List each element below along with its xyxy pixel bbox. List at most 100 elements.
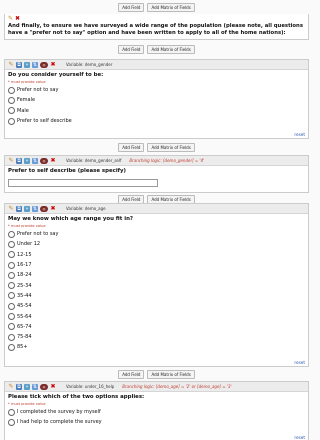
radio-button[interactable] [8, 313, 15, 321]
add-field-button[interactable]: Add Field [118, 45, 145, 54]
question-label: May we know which age range you fit in? [8, 216, 134, 222]
gender-field-card: ✎ ⧉ ⑂ ⇅ @ ✖ Variable: demo_gender Do you… [4, 59, 309, 139]
gender-self-field-card: ✎ ⧉ ⑂ ⇅ @ ✖ Variable: demo_gender_self B… [4, 155, 309, 193]
variable-name: Variable: under_16_help [66, 384, 115, 389]
action-tag-icon[interactable]: @ [40, 157, 48, 164]
add-matrix-button[interactable]: Add Matrix of Fields [147, 45, 195, 54]
radio-option[interactable]: 25-34 [5, 280, 308, 290]
add-field-button[interactable]: Add Field [118, 370, 145, 379]
reset-link[interactable]: reset [294, 132, 305, 137]
radio-option[interactable]: I completed the survey by myself [5, 407, 308, 417]
pencil-icon[interactable]: ✎ [8, 383, 14, 390]
copy-icon[interactable]: ⧉ [16, 383, 22, 390]
radio-option-label: 45-54 [17, 303, 32, 310]
action-tag-icon[interactable]: @ [40, 205, 48, 212]
radio-option[interactable]: 16-17 [5, 260, 308, 270]
radio-button[interactable] [8, 230, 15, 238]
move-icon[interactable]: ⇅ [32, 383, 38, 390]
radio-button[interactable] [8, 271, 15, 279]
radio-button[interactable] [8, 302, 15, 310]
radio-option[interactable]: 55-64 [5, 311, 308, 321]
branching-logic: Branching logic: [demo_age] = '2' or [de… [122, 384, 232, 389]
delete-icon[interactable]: ✖ [50, 61, 56, 68]
copy-icon[interactable]: ⧉ [16, 61, 22, 68]
add-field-bar: Add Field Add Matrix of Fields [0, 45, 313, 54]
self-describe-input[interactable] [8, 179, 158, 187]
add-matrix-button[interactable]: Add Matrix of Fields [147, 370, 195, 379]
radio-button[interactable] [8, 96, 15, 104]
radio-option[interactable]: Prefer not to say [5, 85, 308, 95]
move-icon[interactable]: ⇅ [32, 157, 38, 164]
branch-icon[interactable]: ⑂ [24, 157, 30, 164]
radio-button[interactable] [8, 292, 15, 300]
add-field-bar: Add Field Add Matrix of Fields [0, 3, 313, 12]
pencil-icon[interactable]: ✎ [8, 15, 13, 22]
add-field-bar: Add Field Add Matrix of Fields [0, 143, 313, 152]
radio-option[interactable]: Prefer not to say [5, 229, 308, 239]
radio-button[interactable] [8, 282, 15, 290]
age-options: Prefer not to say Under 12 12-15 16-17 18-24… [5, 229, 308, 353]
question-label: Prefer to self describe (please specify) [8, 168, 127, 174]
reset-link[interactable]: reset [294, 435, 305, 440]
radio-option-label: Prefer not to say [17, 231, 59, 238]
intro-field-card: ✎ ✖ And finally, to ensure we have surve… [4, 14, 309, 40]
radio-option-label: Under 12 [17, 241, 41, 248]
delete-icon[interactable]: ✖ [50, 157, 56, 164]
radio-button[interactable] [8, 261, 15, 269]
radio-option[interactable]: 35-44 [5, 291, 308, 301]
radio-option[interactable]: I had help to complete the survey [5, 417, 308, 427]
radio-option[interactable]: Prefer to self describe [5, 116, 308, 126]
radio-button[interactable] [8, 251, 15, 259]
radio-button[interactable] [8, 117, 15, 125]
intro-toolbar: ✎ ✖ [5, 14, 308, 23]
radio-option[interactable]: 65-74 [5, 322, 308, 332]
delete-icon[interactable]: ✖ [50, 383, 56, 390]
radio-option-label: 65-74 [17, 323, 32, 330]
radio-option[interactable]: Male [5, 106, 308, 116]
add-matrix-button[interactable]: Add Matrix of Fields [147, 3, 195, 12]
action-tag-icon[interactable]: @ [40, 61, 48, 68]
action-tag-icon[interactable]: @ [40, 383, 48, 390]
field-toolbar: ✎ ⧉ ⑂ ⇅ @ ✖ Variable: demo_gender_self B… [5, 156, 308, 166]
move-icon[interactable]: ⇅ [32, 61, 38, 68]
branching-logic: Branching logic: [demo_gender] = '4' [129, 158, 205, 163]
pencil-icon[interactable]: ✎ [8, 61, 14, 68]
radio-option[interactable]: 75-84 [5, 332, 308, 342]
radio-option[interactable]: 85+ [5, 342, 308, 352]
variable-name: Variable: demo_gender_self [66, 158, 122, 163]
pencil-icon[interactable]: ✎ [8, 205, 14, 212]
radio-button[interactable] [8, 418, 15, 426]
radio-button[interactable] [8, 240, 15, 248]
branch-icon[interactable]: ⑂ [24, 383, 30, 390]
radio-option-label: 75-84 [17, 334, 32, 341]
add-matrix-button[interactable]: Add Matrix of Fields [147, 143, 195, 152]
add-field-button[interactable]: Add Field [118, 3, 145, 12]
move-icon[interactable]: ⇅ [32, 205, 38, 212]
copy-icon[interactable]: ⧉ [16, 157, 22, 164]
radio-button[interactable] [8, 333, 15, 341]
radio-button[interactable] [8, 408, 15, 416]
radio-option[interactable]: 18-24 [5, 270, 308, 280]
delete-icon[interactable]: ✖ [15, 15, 20, 22]
radio-option[interactable]: Female [5, 95, 308, 105]
radio-option-label: 25-34 [17, 282, 32, 289]
question-label: Please tick which of the two options app… [8, 394, 145, 400]
radio-option-label: 55-64 [17, 313, 32, 320]
pencil-icon[interactable]: ✎ [8, 157, 14, 164]
branch-icon[interactable]: ⑂ [24, 61, 30, 68]
radio-button[interactable] [8, 86, 15, 94]
radio-option[interactable]: Under 12 [5, 239, 308, 249]
field-toolbar: ✎ ⧉ ⑂ ⇅ @ ✖ Variable: under_16_help Bran… [5, 382, 308, 392]
field-toolbar: ✎ ⧉ ⑂ ⇅ @ ✖ Variable: demo_gender [5, 60, 308, 70]
radio-button[interactable] [8, 107, 15, 115]
copy-icon[interactable]: ⧉ [16, 205, 22, 212]
radio-option[interactable]: 45-54 [5, 301, 308, 311]
radio-button[interactable] [8, 323, 15, 331]
radio-option[interactable]: 12-15 [5, 250, 308, 260]
radio-button[interactable] [8, 343, 15, 351]
add-field-button[interactable]: Add Field [118, 143, 145, 152]
delete-icon[interactable]: ✖ [50, 205, 56, 212]
reset-link[interactable]: reset [294, 360, 305, 365]
branch-icon[interactable]: ⑂ [24, 205, 30, 212]
add-field-bar: Add Field Add Matrix of Fields [0, 370, 313, 379]
